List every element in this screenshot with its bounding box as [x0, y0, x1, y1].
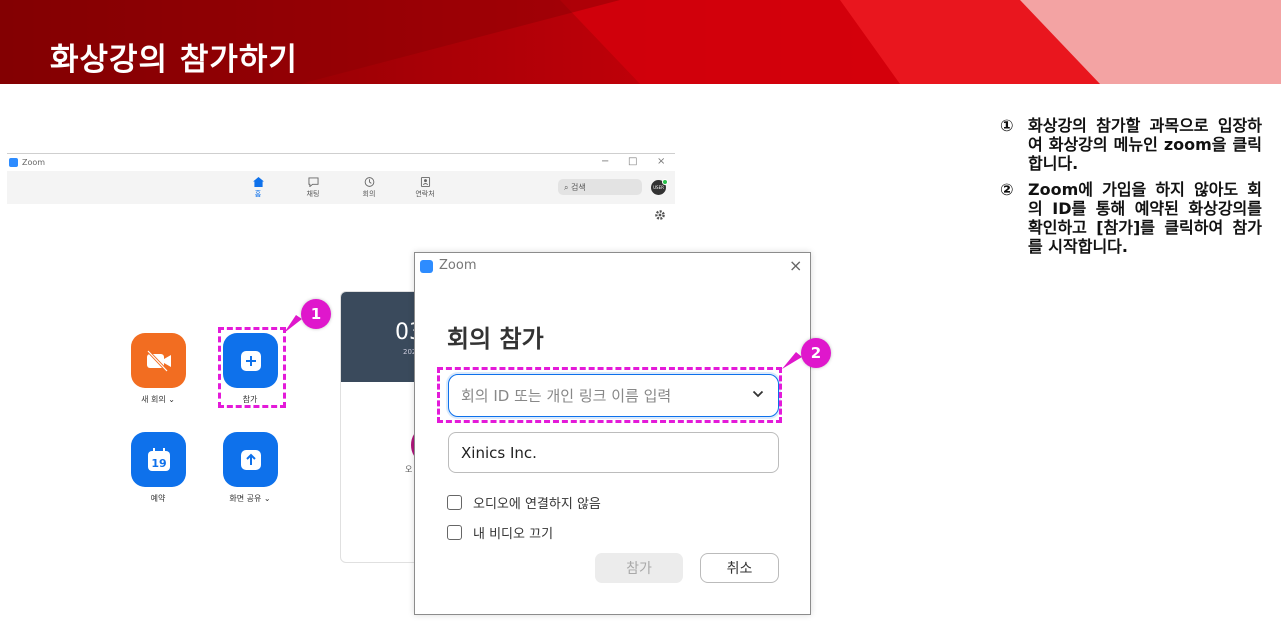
video-off-icon	[146, 349, 171, 372]
zoom-logo-icon	[9, 158, 18, 167]
zoom-logo-icon	[420, 260, 433, 273]
nav-tab-label: 회의	[362, 190, 376, 198]
new-meeting-button[interactable]	[131, 333, 186, 388]
instruction-notes: ① 화상강의 참가할 과목으로 입장하여 화상강의 메뉴인 zoom을 클릭합니…	[1000, 116, 1262, 263]
step-text: Zoom에 가입을 하지 않아도 회의 ID를 통해 예약된 화상강의를 확인하…	[1028, 180, 1262, 256]
step-note: ② Zoom에 가입을 하지 않아도 회의 ID를 통해 예약된 화상강의를 확…	[1000, 180, 1262, 256]
slide-header: 화상강의 참가하기	[0, 0, 1281, 84]
calendar-icon: 19	[147, 447, 170, 471]
home-icon	[252, 177, 264, 187]
close-button[interactable]: ×	[657, 156, 665, 167]
online-status-icon	[662, 179, 668, 185]
top-navigation: 홈 채팅 회의 연락처 ⌕ 검색 USER	[7, 171, 675, 204]
window-title: Zoom	[22, 158, 46, 167]
maximize-button[interactable]: □	[628, 156, 637, 167]
share-screen-button[interactable]	[223, 432, 278, 487]
step-badge-1: 1	[301, 299, 331, 329]
clock-icon	[364, 177, 374, 187]
contacts-icon	[420, 177, 430, 187]
step-number: ②	[1000, 180, 1014, 199]
step-text: 화상강의 참가할 과목으로 입장하여 화상강의 메뉴인 zoom을 클릭합니다.	[1028, 116, 1262, 173]
no-audio-checkbox[interactable]	[447, 495, 462, 510]
nav-tab-label: 채팅	[306, 190, 320, 198]
dialog-app-title: Zoom	[439, 258, 477, 273]
video-off-checkbox[interactable]	[447, 525, 462, 540]
display-name-input[interactable]	[448, 432, 779, 473]
join-button[interactable]: 참가	[595, 553, 683, 583]
upcoming-meeting-card: 03 202 오	[340, 291, 420, 563]
step-badge-2: 2	[801, 338, 831, 368]
schedule-label: 예약	[150, 494, 166, 503]
step-note: ① 화상강의 참가할 과목으로 입장하여 화상강의 메뉴인 zoom을 클릭합니…	[1000, 116, 1262, 173]
highlight-join-tile	[218, 327, 286, 408]
highlight-meeting-id	[437, 367, 782, 423]
close-icon[interactable]: ×	[789, 256, 802, 275]
no-audio-label: 오디오에 연결하지 않음	[473, 497, 601, 512]
schedule-button[interactable]: 19	[131, 432, 186, 487]
share-up-icon	[240, 449, 261, 470]
minimize-button[interactable]: −	[601, 156, 609, 167]
chat-icon	[308, 177, 318, 187]
join-meeting-dialog: Zoom × 회의 참가 오디오에 연결하지 않음 내 비디오 끄기 참가 취소	[414, 252, 811, 615]
card-label: 오	[405, 465, 413, 474]
window-titlebar: Zoom − □ ×	[7, 154, 675, 172]
video-off-label: 내 비디오 끄기	[473, 527, 554, 542]
search-placeholder: 검색	[571, 183, 586, 192]
dialog-heading: 회의 참가	[447, 325, 544, 353]
search-icon: ⌕	[564, 183, 569, 192]
nav-tab-meetings[interactable]: 회의	[354, 177, 384, 199]
share-screen-label: 화면 공유 ⌄	[229, 494, 271, 503]
cancel-button[interactable]: 취소	[700, 553, 779, 583]
search-input[interactable]: ⌕ 검색	[558, 179, 642, 195]
nav-tab-home[interactable]: 홈	[243, 177, 273, 199]
nav-tab-chat[interactable]: 채팅	[298, 177, 328, 199]
new-meeting-label: 새 회의 ⌄	[141, 395, 175, 404]
step-number: ①	[1000, 116, 1014, 135]
nav-tab-label: 연락처	[415, 190, 435, 198]
slide-title: 화상강의 참가하기	[50, 42, 298, 78]
zoom-main-window: Zoom − □ × 홈 채팅 회의 연락처 ⌕ 검색 USER	[7, 153, 675, 243]
nav-tab-contacts[interactable]: 연락처	[410, 177, 440, 199]
video-off-option[interactable]: 내 비디오 끄기	[447, 523, 553, 542]
gear-icon[interactable]	[654, 209, 666, 221]
no-audio-option[interactable]: 오디오에 연결하지 않음	[447, 493, 601, 512]
calendar-day: 19	[151, 457, 166, 470]
nav-tab-label: 홈	[254, 190, 262, 198]
